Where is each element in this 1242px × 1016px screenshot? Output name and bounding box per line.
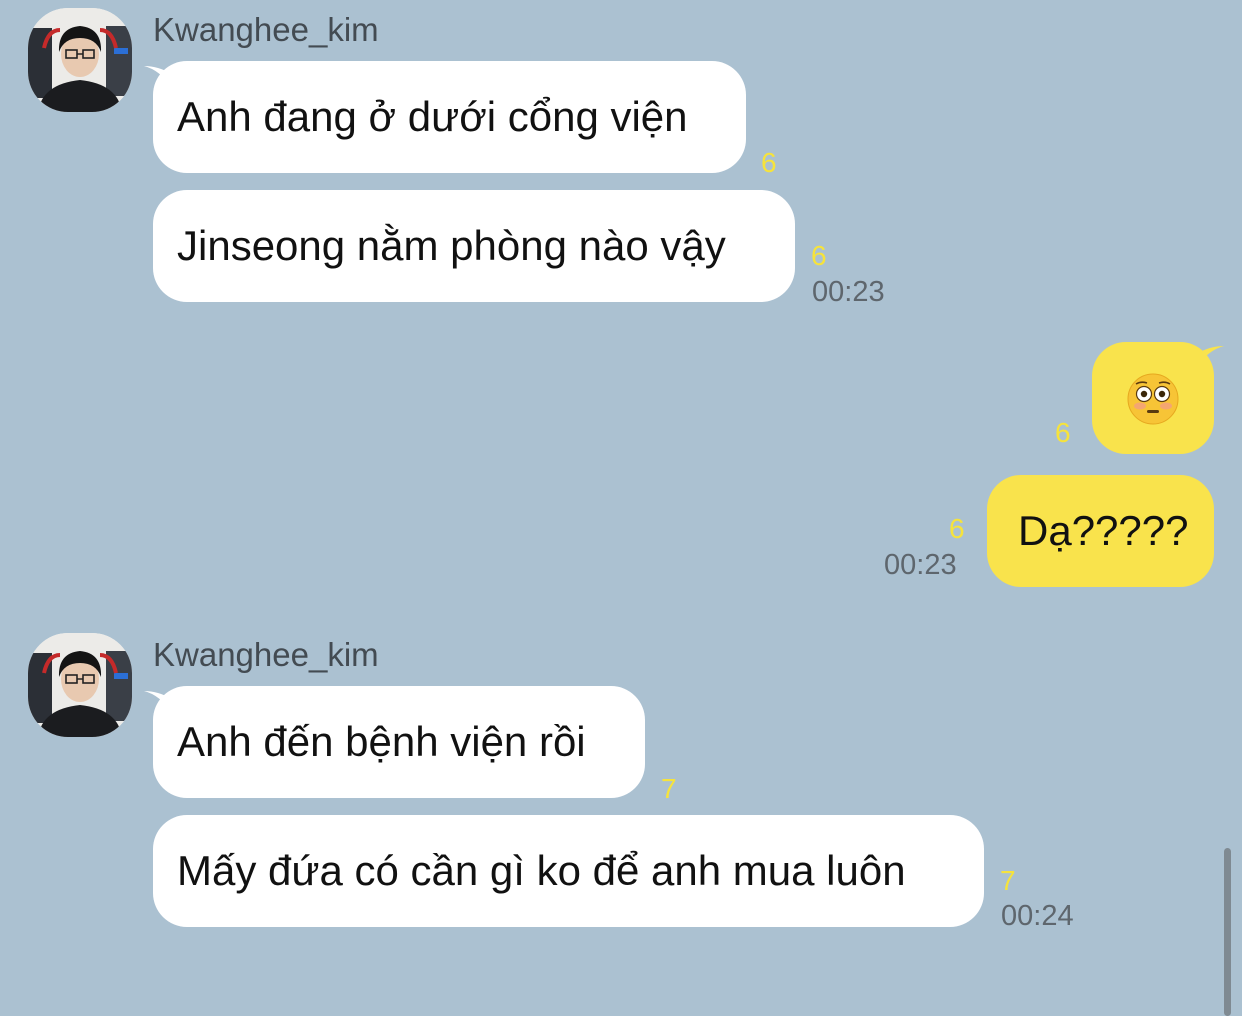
message-timestamp: 00:23 bbox=[884, 549, 957, 581]
unread-count: 6 bbox=[811, 240, 827, 271]
avatar[interactable] bbox=[28, 633, 132, 737]
avatar[interactable] bbox=[28, 8, 132, 112]
unread-count: 7 bbox=[661, 773, 677, 804]
message-bubble[interactable]: Mấy đứa có cần gì ko để anh mua luôn bbox=[153, 815, 984, 927]
unread-count: 6 bbox=[761, 147, 777, 178]
unread-count: 6 bbox=[1055, 417, 1071, 448]
flushed-face-emoji-icon bbox=[1127, 373, 1179, 425]
sender-name: Kwanghee_kim bbox=[153, 636, 379, 673]
unread-count: 6 bbox=[949, 513, 965, 544]
message-bubble[interactable]: Anh đang ở dưới cổng viện bbox=[153, 61, 746, 173]
message-bubble[interactable]: Jinseong nằm phòng nào vậy bbox=[153, 190, 795, 302]
unread-count: 7 bbox=[1000, 865, 1016, 896]
emoji-bubble[interactable] bbox=[1092, 342, 1214, 454]
message-bubble[interactable]: Anh đến bệnh viện rồi bbox=[153, 686, 645, 798]
sender-name: Kwanghee_kim bbox=[153, 11, 379, 48]
message-timestamp: 00:24 bbox=[1001, 900, 1074, 932]
message-bubble[interactable]: Dạ????? bbox=[987, 475, 1214, 587]
message-timestamp: 00:23 bbox=[812, 276, 885, 308]
scrollbar[interactable] bbox=[1224, 848, 1231, 1016]
